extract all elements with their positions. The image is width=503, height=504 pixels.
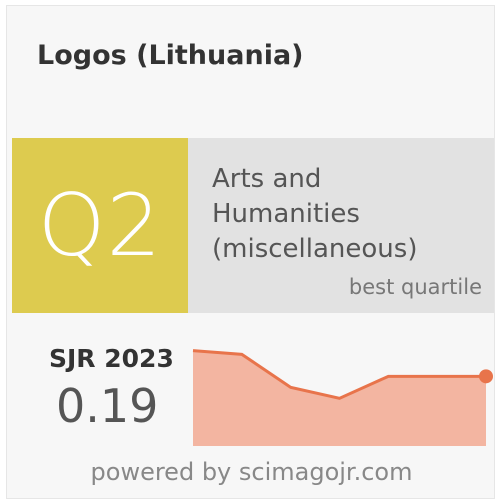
quartile-value: Q2 [37,175,163,276]
subject-category: Arts and Humanities (miscellaneous) [212,162,482,267]
category-panel: Arts and Humanities (miscellaneous) best… [188,138,494,313]
quartile-badge: Q2 [12,138,188,313]
sjr-value: 0.19 [56,379,159,433]
trend-point-latest [479,369,493,384]
subject-category-line: (miscellaneous) [212,234,418,264]
sjr-trend-chart [192,349,493,446]
best-quartile-caption: best quartile [348,275,482,299]
journal-title: Logos (Lithuania) [37,40,304,71]
subject-category-line: Arts and [212,164,322,194]
sjr-widget[interactable]: Logos (Lithuania) Q2 Arts and Humanities… [6,5,495,499]
powered-by-link[interactable]: powered by scimagojr.com [7,458,494,486]
subject-category-line: Humanities [212,199,360,229]
sjr-label: SJR 2023 [49,344,174,373]
